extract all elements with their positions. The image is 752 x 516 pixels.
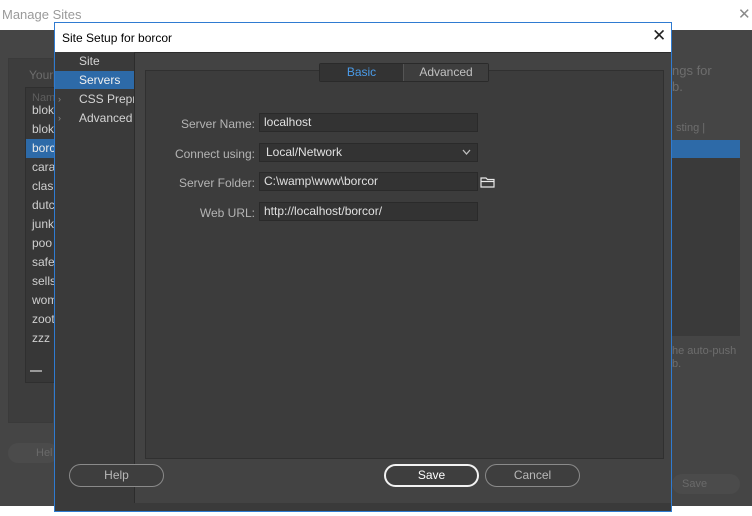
- category-label: Site: [79, 54, 100, 68]
- web-url-label: Web URL:: [199, 206, 255, 220]
- tab-basic[interactable]: Basic: [320, 64, 403, 81]
- help-button[interactable]: Help: [69, 464, 164, 487]
- category-item-site[interactable]: Site: [55, 52, 135, 70]
- manage-sites-close-icon[interactable]: ✕: [738, 5, 751, 23]
- category-label: CSS Preprocessors: [79, 92, 135, 106]
- site-item[interactable]: safe: [26, 253, 54, 272]
- site-item[interactable]: blok: [26, 101, 54, 120]
- category-list: Site Servers › CSS Preprocessors › Advan…: [55, 52, 135, 152]
- manage-sites-title: Manage Sites: [2, 7, 82, 22]
- site-item[interactable]: zzz: [26, 329, 54, 348]
- sites-list[interactable]: Nam blok blok borc cara clas dutc junk p…: [25, 87, 55, 383]
- web-url-input[interactable]: http://localhost/borcor/: [259, 202, 478, 221]
- cancel-button[interactable]: Cancel: [485, 464, 580, 487]
- dialog-title: Site Setup for borcor: [62, 31, 173, 45]
- site-item[interactable]: clas: [26, 177, 54, 196]
- site-item[interactable]: wom: [26, 291, 54, 310]
- dialog-titlebar: Site Setup for borcor ✕: [55, 23, 671, 52]
- connect-using-select[interactable]: Local/Network: [259, 143, 478, 162]
- chevron-right-icon[interactable]: ›: [58, 90, 61, 108]
- category-item-advanced-settings[interactable]: › Advanced Settings: [55, 109, 135, 127]
- site-item[interactable]: dutc: [26, 196, 54, 215]
- site-item[interactable]: junk: [26, 215, 54, 234]
- server-folder-input[interactable]: C:\wamp\www\borcor: [259, 172, 478, 191]
- site-item[interactable]: cara: [26, 158, 54, 177]
- server-name-label: Server Name:: [180, 117, 255, 131]
- server-folder-label: Server Folder:: [178, 176, 255, 190]
- server-tabs: Basic Advanced: [319, 63, 489, 82]
- save-button[interactable]: Save: [384, 464, 479, 487]
- manage-sites-column-header: sting |: [676, 122, 706, 134]
- chevron-right-icon[interactable]: ›: [58, 109, 61, 127]
- site-item[interactable]: zoot: [26, 310, 54, 329]
- site-item[interactable]: poo: [26, 234, 54, 253]
- your-sites-label: Your: [29, 68, 54, 82]
- folder-icon[interactable]: [480, 176, 496, 188]
- remove-site-icon[interactable]: [30, 370, 42, 372]
- manage-sites-save-button[interactable]: Save: [672, 474, 740, 494]
- manage-sites-selected-row[interactable]: [672, 140, 740, 158]
- site-item-selected[interactable]: borc: [26, 139, 54, 158]
- connect-using-label: Connect using:: [174, 147, 255, 161]
- site-setup-dialog: Site Setup for borcor ✕ Site Servers › C…: [54, 22, 672, 512]
- site-item[interactable]: sells: [26, 272, 54, 291]
- manage-sites-right-list: [672, 158, 740, 336]
- server-settings-pane: Basic Advanced Server Name: localhost Co…: [134, 52, 671, 503]
- category-item-servers[interactable]: Servers: [55, 71, 135, 89]
- manage-sites-help-button[interactable]: Hel: [8, 443, 58, 463]
- site-item[interactable]: blok: [26, 120, 54, 139]
- tab-advanced[interactable]: Advanced: [403, 64, 488, 81]
- manage-sites-info-text: ngs for b.: [672, 63, 712, 94]
- chevron-down-icon: [462, 144, 471, 161]
- category-item-css-preprocessors[interactable]: › CSS Preprocessors: [55, 90, 135, 108]
- category-label: Advanced Settings: [79, 111, 135, 125]
- connect-using-value: Local/Network: [266, 145, 343, 159]
- server-name-input[interactable]: localhost: [259, 113, 478, 132]
- manage-sites-note-text: he auto-push b.: [672, 345, 737, 370]
- dialog-close-icon[interactable]: ✕: [652, 26, 666, 46]
- category-label: Servers: [79, 73, 121, 87]
